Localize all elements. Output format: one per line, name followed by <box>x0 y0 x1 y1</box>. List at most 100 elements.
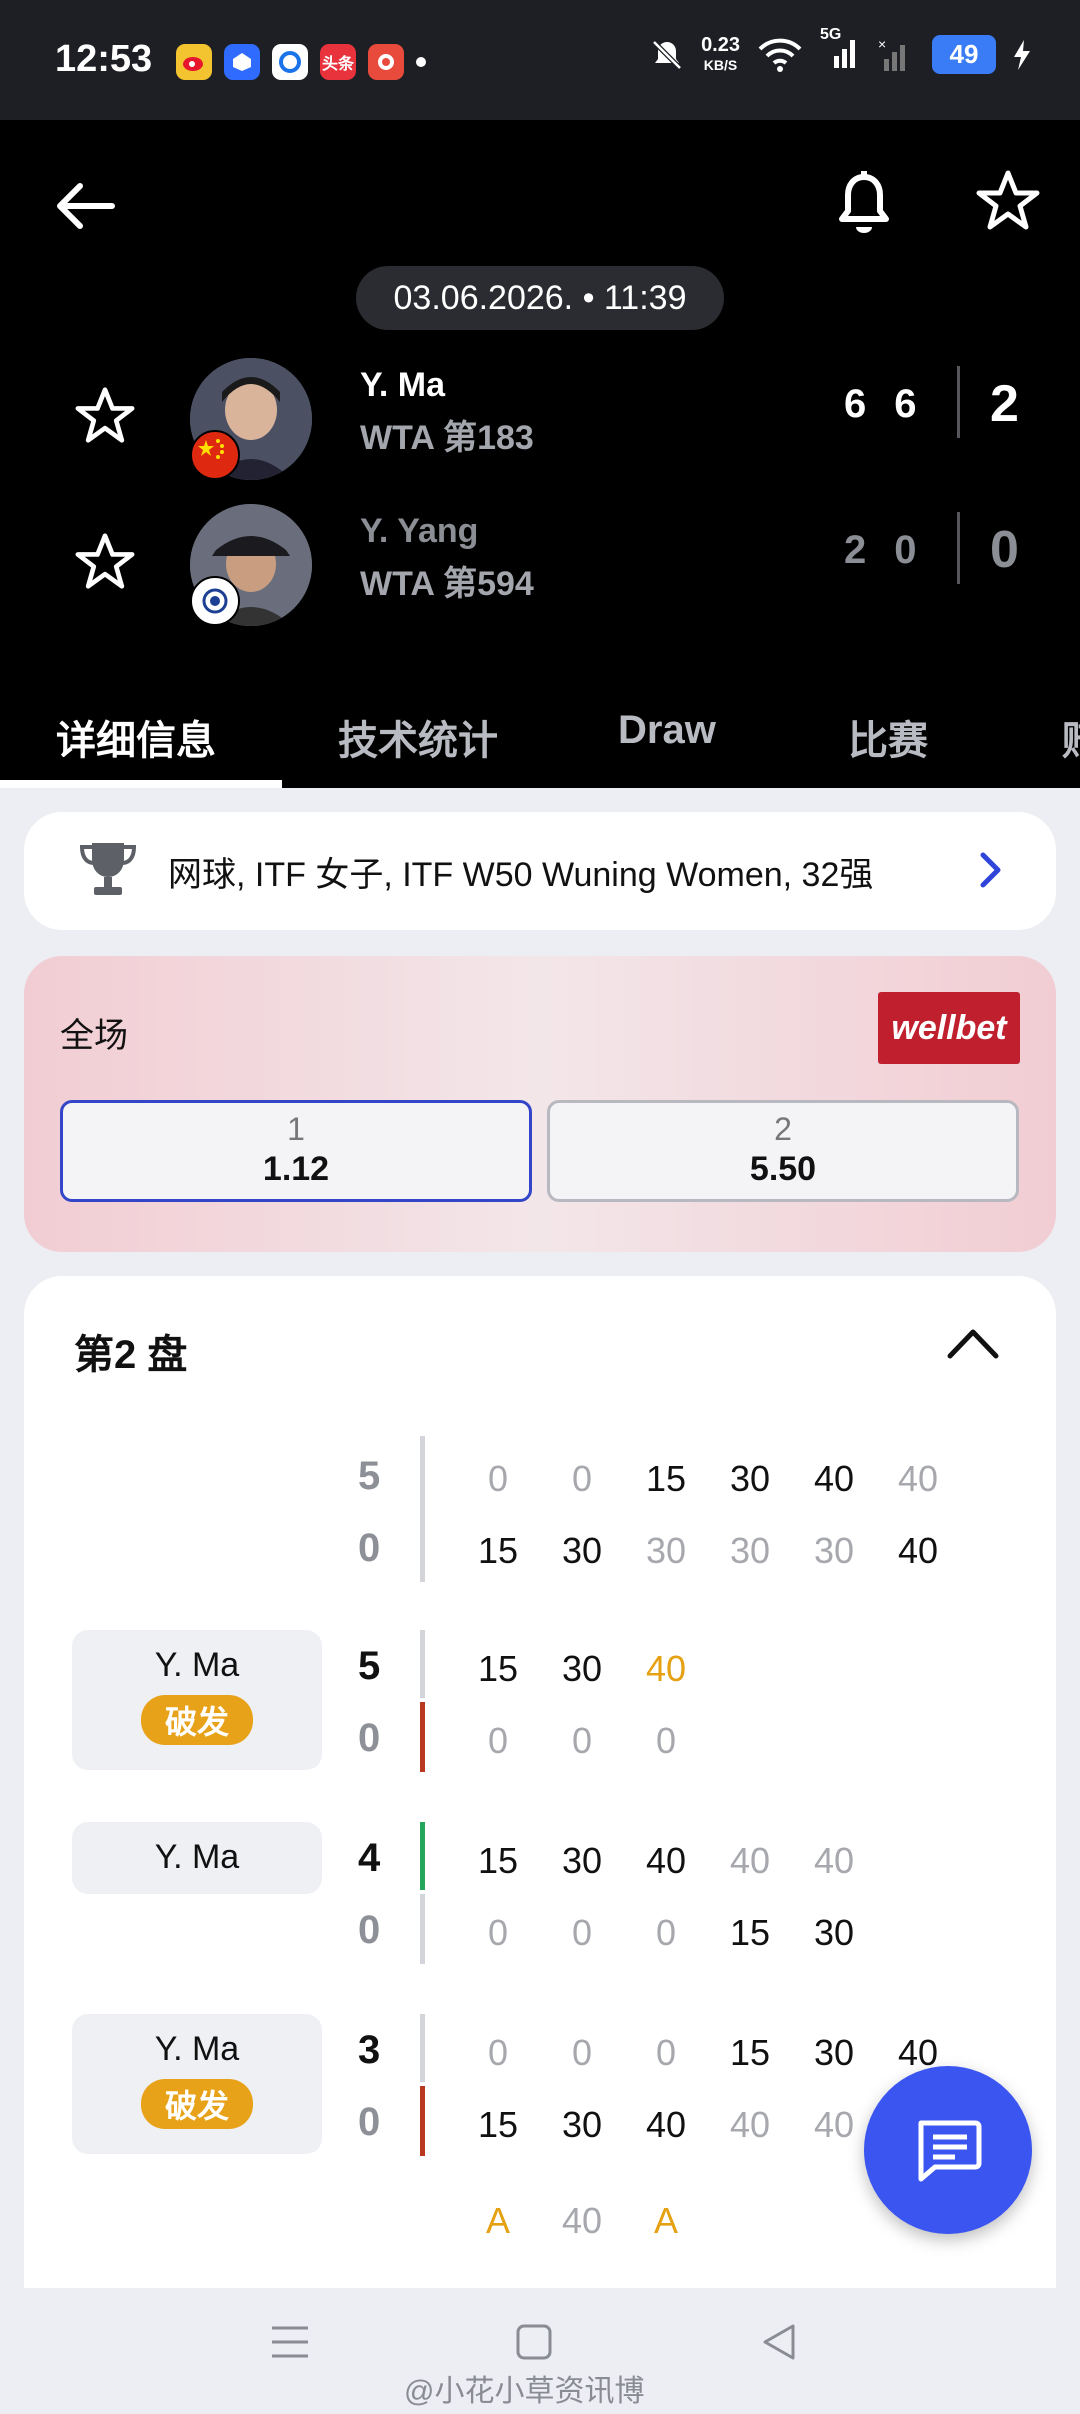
china-flag-icon <box>190 430 240 480</box>
point: 30 <box>813 1912 855 1953</box>
follow-player-button[interactable] <box>75 532 135 590</box>
point: 30 <box>729 1530 771 1571</box>
deuce-sequence: A 40 A <box>456 2200 708 2242</box>
tab-draw[interactable]: Draw <box>618 708 716 753</box>
notify-button[interactable] <box>830 164 898 244</box>
point: 15 <box>477 1840 519 1881</box>
odds-market-title: 全场 <box>60 1017 128 1055</box>
point: 30 <box>729 1458 771 1499</box>
trophy-icon <box>78 839 138 904</box>
point: 15 <box>729 2032 771 2073</box>
point-sequence: 0 0 0 15 30 <box>456 1912 876 1954</box>
score-divider <box>957 512 960 584</box>
point: 40 <box>897 1458 939 1499</box>
chat-button[interactable] <box>864 2066 1032 2234</box>
point: 0 <box>487 1720 509 1761</box>
favorite-button[interactable] <box>972 164 1044 236</box>
player-name[interactable]: Y. Ma <box>360 366 445 405</box>
set-scores: 6 6 <box>844 382 917 427</box>
mute-icon <box>652 39 682 70</box>
player-row: Y. Ma WTA 第183 6 6 2 <box>0 352 1080 482</box>
break-bar <box>420 1702 425 1772</box>
watermark: @小花小草资讯博 <box>404 2375 645 2408</box>
game-icon <box>368 44 404 80</box>
point: 15 <box>729 1912 771 1953</box>
point: 0 <box>571 1912 593 1953</box>
tab-active-indicator <box>0 780 282 788</box>
set-title: 第2 盘 <box>74 1333 188 1377</box>
chevron-right-icon <box>978 850 1004 895</box>
bookmaker-logo[interactable]: wellbet <box>878 992 1020 1064</box>
game-score: 0 <box>358 1908 381 1952</box>
chevron-up-icon <box>947 1329 999 1359</box>
back-nav-button[interactable] <box>748 2312 808 2372</box>
point: 30 <box>813 2032 855 2073</box>
server-box: Y. Ma 破发 <box>72 1630 322 1770</box>
odds-option-2[interactable]: 2 5.50 <box>547 1100 1019 1202</box>
serve-bar <box>420 1436 425 1582</box>
follow-player-button[interactable] <box>75 386 135 444</box>
status-bar: 12:53 头条 0.23 KB/S 5G × 49 <box>0 0 1080 120</box>
odds-value: 1.12 <box>262 1150 330 1188</box>
tab-stats[interactable]: 技术统计 <box>338 708 498 766</box>
serve-bar <box>420 2014 425 2082</box>
league-link[interactable]: 网球, ITF 女子, ITF W50 Wuning Women, 32强 <box>24 812 1056 930</box>
point: 40 <box>729 2104 771 2145</box>
point: A <box>485 2200 510 2241</box>
point: 30 <box>561 1648 603 1689</box>
serve-bar <box>420 1894 425 1964</box>
hold-bar <box>420 1822 425 1890</box>
game-score: 0 <box>358 1716 381 1760</box>
odds-label: 2 <box>774 1111 792 1147</box>
server-box: Y. Ma <box>72 1822 322 1894</box>
point: 30 <box>561 2104 603 2145</box>
game-row: 5 0 0 0 15 30 40 40 15 30 30 30 30 40 <box>24 1436 1056 1596</box>
point: 30 <box>561 1840 603 1881</box>
tab-odds[interactable]: 赔 <box>1062 708 1080 766</box>
player-name[interactable]: Y. Yang <box>360 512 478 551</box>
point: 40 <box>645 1648 687 1689</box>
player-rank: WTA 第594 <box>360 565 534 603</box>
bell-icon <box>839 171 889 233</box>
game-score: 0 <box>358 1526 381 1570</box>
menu-icon <box>272 2326 308 2358</box>
point: 0 <box>571 1458 593 1499</box>
serve-bar <box>420 1630 425 1698</box>
odds-option-1[interactable]: 1 1.12 <box>60 1100 532 1202</box>
clock: 12:53 <box>55 38 153 80</box>
point: A <box>653 2200 678 2241</box>
tab-matches[interactable]: 比赛 <box>848 708 928 766</box>
game-row: Y. Ma 4 0 15 30 40 40 40 0 0 0 15 30 <box>24 1822 1056 1982</box>
toutiao-icon: 头条 <box>320 44 356 80</box>
system-indicators: 0.23 KB/S 5G × 49 <box>649 26 1032 75</box>
tab-details[interactable]: 详细信息 <box>56 708 216 766</box>
point: 30 <box>813 1530 855 1571</box>
point-sequence: 15 30 40 40 40 <box>456 1840 876 1882</box>
point: 30 <box>561 1530 603 1571</box>
point-sequence: 0 0 0 15 30 40 <box>456 2032 960 2074</box>
taipei-flag-icon <box>190 576 240 626</box>
server-name: Y. Ma <box>154 2030 240 2068</box>
game-score: 3 <box>358 2028 381 2072</box>
point: 0 <box>487 2032 509 2073</box>
point: 40 <box>897 1530 939 1571</box>
point: 0 <box>655 2032 677 2073</box>
set-score: 2 <box>844 528 867 572</box>
player-rank: WTA 第183 <box>360 419 534 457</box>
collapse-button[interactable] <box>946 1326 1000 1365</box>
point: 0 <box>487 1458 509 1499</box>
back-button[interactable] <box>48 170 120 242</box>
game-row: Y. Ma 破发 5 0 15 30 40 0 0 0 <box>24 1630 1056 1790</box>
point-sequence: 15 30 40 <box>456 1648 708 1690</box>
notification-icons: 头条 <box>176 44 426 80</box>
svg-text:×: × <box>878 37 886 52</box>
game-score: 5 <box>358 1644 381 1688</box>
sets-won: 0 <box>990 521 1019 579</box>
point-sequence: 15 30 40 40 40 <box>456 2104 876 2146</box>
sets-won: 2 <box>990 375 1019 433</box>
home-nav-button[interactable] <box>504 2312 564 2372</box>
point: 40 <box>813 1840 855 1881</box>
menu-nav-button[interactable] <box>260 2312 320 2372</box>
match-datetime: 03.06.2026. • 11:39 <box>356 266 724 330</box>
battery-indicator: 49 <box>932 35 996 74</box>
